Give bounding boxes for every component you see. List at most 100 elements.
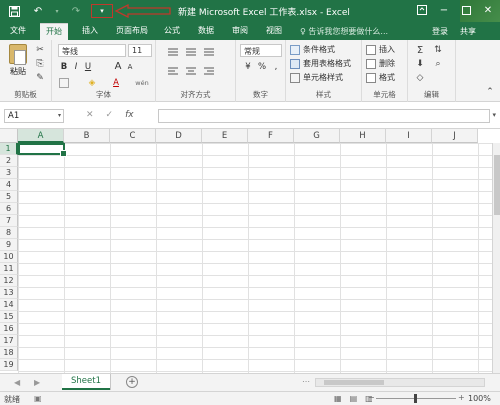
borders-icon[interactable] <box>58 76 70 89</box>
row-header-17[interactable]: 17 <box>0 335 18 347</box>
increase-font-button[interactable]: A <box>112 60 124 73</box>
vertical-scrollbar-thumb[interactable] <box>494 155 500 215</box>
page-layout-view-icon[interactable]: ▤ <box>350 394 358 403</box>
tab-formulas[interactable]: 公式 <box>158 23 186 40</box>
row-header-6[interactable]: 6 <box>0 203 18 215</box>
row-header-2[interactable]: 2 <box>0 155 18 167</box>
select-all-corner[interactable] <box>0 129 18 143</box>
cell-area[interactable] <box>18 143 492 373</box>
fill-icon[interactable]: ⬇ <box>414 58 426 70</box>
percent-button[interactable]: % <box>256 60 268 73</box>
column-header-c[interactable]: C <box>110 129 156 143</box>
find-select-icon[interactable]: ⌕ <box>432 58 444 70</box>
macro-record-icon[interactable]: ▣ <box>34 394 42 403</box>
column-header-f[interactable]: F <box>248 129 294 143</box>
column-header-i[interactable]: I <box>386 129 432 143</box>
undo-dropdown-icon[interactable]: ▾ <box>54 3 60 19</box>
zoom-level[interactable]: 100% <box>468 394 491 403</box>
bold-button[interactable]: B <box>58 60 70 73</box>
font-size-select[interactable]: 11 <box>128 44 152 57</box>
format-cells-button[interactable]: 格式 <box>366 72 395 83</box>
alignment-icons[interactable] <box>166 46 226 86</box>
row-header-7[interactable]: 7 <box>0 215 18 227</box>
tab-file[interactable]: 文件 <box>4 23 32 40</box>
tab-page-layout[interactable]: 页面布局 <box>110 23 154 40</box>
undo-icon[interactable]: ↶ <box>30 3 46 19</box>
column-header-j[interactable]: J <box>432 129 478 143</box>
login-link[interactable]: 登录 <box>432 26 448 37</box>
row-header-9[interactable]: 9 <box>0 239 18 251</box>
row-header-10[interactable]: 10 <box>0 251 18 263</box>
column-header-b[interactable]: B <box>64 129 110 143</box>
font-color-button[interactable]: A <box>110 76 122 89</box>
save-icon[interactable] <box>6 3 22 19</box>
conditional-formatting-button[interactable]: 条件格式 <box>290 44 335 55</box>
column-header-a[interactable]: A <box>18 129 64 143</box>
sort-filter-icon[interactable]: ⇅ <box>432 44 444 56</box>
ribbon-display-options-icon[interactable] <box>414 2 430 18</box>
format-painter-icon[interactable]: ✎ <box>34 72 46 84</box>
sheet-tab-sheet1[interactable]: Sheet1 <box>62 374 110 390</box>
zoom-in-button[interactable]: + <box>458 393 465 402</box>
tab-home[interactable]: 开始 <box>40 23 68 40</box>
active-cell[interactable] <box>18 143 67 157</box>
customize-qat-dropdown[interactable]: ▾ <box>91 4 113 18</box>
row-header-11[interactable]: 11 <box>0 263 18 275</box>
copy-icon[interactable]: ⎘ <box>34 58 46 70</box>
row-header-13[interactable]: 13 <box>0 287 18 299</box>
comma-button[interactable]: , <box>270 60 282 73</box>
normal-view-icon[interactable]: ▦ <box>334 394 342 403</box>
column-header-g[interactable]: G <box>294 129 340 143</box>
sheet-nav-right-icon[interactable]: ▶ <box>34 378 40 387</box>
row-header-15[interactable]: 15 <box>0 311 18 323</box>
expand-formula-bar-icon[interactable]: ▾ <box>492 111 496 119</box>
cancel-icon[interactable]: ✕ <box>86 110 94 120</box>
cell-styles-button[interactable]: 单元格样式 <box>290 72 343 83</box>
share-button[interactable]: 共享 <box>460 26 476 37</box>
tell-me-search[interactable]: ♀ 告诉我您想要做什么... <box>300 26 388 37</box>
tab-review[interactable]: 审阅 <box>226 23 254 40</box>
enter-icon[interactable]: ✓ <box>106 110 114 120</box>
row-header-4[interactable]: 4 <box>0 179 18 191</box>
currency-icon[interactable]: ¥ <box>242 60 254 73</box>
horizontal-scrollbar[interactable] <box>315 378 485 387</box>
zoom-slider-thumb[interactable] <box>414 394 417 403</box>
add-sheet-button[interactable]: + <box>126 376 138 388</box>
zoom-out-button[interactable]: − <box>368 393 375 402</box>
name-box-dropdown-icon[interactable]: ▾ <box>58 112 61 119</box>
row-header-14[interactable]: 14 <box>0 299 18 311</box>
row-header-16[interactable]: 16 <box>0 323 18 335</box>
collapse-ribbon-icon[interactable]: ⌃ <box>484 86 496 98</box>
row-header-8[interactable]: 8 <box>0 227 18 239</box>
close-icon[interactable]: ✕ <box>480 2 496 18</box>
name-box[interactable]: A1 <box>4 109 64 123</box>
row-header-3[interactable]: 3 <box>0 167 18 179</box>
row-header-1[interactable]: 1 <box>0 143 18 155</box>
row-header-12[interactable]: 12 <box>0 275 18 287</box>
cut-icon[interactable]: ✂ <box>34 44 46 56</box>
row-header-5[interactable]: 5 <box>0 191 18 203</box>
format-as-table-button[interactable]: 套用表格格式 <box>290 58 351 69</box>
underline-button[interactable]: U <box>82 60 94 73</box>
delete-cells-button[interactable]: 删除 <box>366 58 395 69</box>
row-header-18[interactable]: 18 <box>0 347 18 359</box>
font-name-select[interactable]: 等线 <box>58 44 126 57</box>
maximize-icon[interactable] <box>458 2 474 18</box>
fill-color-icon[interactable]: ◈ <box>86 76 98 89</box>
minimize-icon[interactable]: − <box>436 2 452 18</box>
clear-icon[interactable]: ◇ <box>414 72 426 84</box>
vertical-scrollbar[interactable] <box>492 143 500 373</box>
column-header-d[interactable]: D <box>156 129 202 143</box>
column-header-e[interactable]: E <box>202 129 248 143</box>
italic-button[interactable]: I <box>70 60 82 73</box>
autosum-icon[interactable]: Σ <box>414 44 426 56</box>
paste-button[interactable]: 粘贴 <box>6 44 30 77</box>
insert-cells-button[interactable]: 插入 <box>366 44 395 55</box>
tab-data[interactable]: 数据 <box>192 23 220 40</box>
horizontal-scrollbar-thumb[interactable] <box>324 380 384 385</box>
phonetic-guide-button[interactable]: wén <box>132 76 152 89</box>
redo-icon[interactable]: ↷ <box>68 3 84 19</box>
formula-input[interactable] <box>158 109 490 123</box>
sheet-nav-left-icon[interactable]: ◀ <box>14 378 20 387</box>
number-format-select[interactable]: 常规 <box>240 44 282 57</box>
